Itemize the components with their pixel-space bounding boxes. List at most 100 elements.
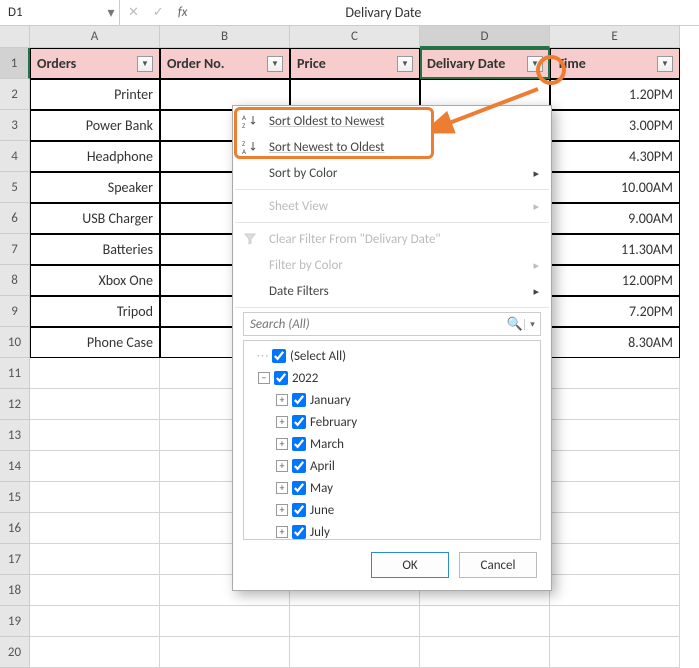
row-header-1[interactable]: 1 (0, 48, 30, 79)
checkbox[interactable] (292, 415, 306, 429)
tree-month[interactable]: +January (250, 389, 540, 411)
tree-year[interactable]: − 2022 (250, 367, 540, 389)
fx-icon[interactable]: fx (178, 5, 188, 20)
empty-cell[interactable] (30, 451, 160, 482)
filter-button-icon[interactable]: ▼ (397, 56, 413, 72)
table-cell[interactable]: Phone Case (30, 327, 160, 358)
filter-button-icon[interactable]: ▼ (657, 56, 673, 72)
row-header[interactable]: 3 (0, 110, 30, 141)
row-header[interactable]: 10 (0, 327, 30, 358)
table-cell[interactable]: 7.20PM (550, 296, 680, 327)
row-header[interactable]: 5 (0, 172, 30, 203)
table-cell[interactable]: 4.30PM (550, 141, 680, 172)
checkbox[interactable] (292, 437, 306, 451)
col-header-B[interactable]: B (160, 26, 290, 48)
table-cell[interactable]: 12.00PM (550, 265, 680, 296)
empty-cell[interactable] (160, 606, 290, 637)
expand-icon[interactable]: + (276, 394, 288, 406)
empty-cell[interactable] (290, 606, 420, 637)
empty-cell[interactable] (550, 420, 680, 451)
row-header[interactable]: 18 (0, 575, 30, 606)
tree-month[interactable]: +April (250, 455, 540, 477)
checkbox[interactable] (292, 525, 306, 539)
table-cell[interactable]: Batteries (30, 234, 160, 265)
empty-cell[interactable] (550, 451, 680, 482)
empty-cell[interactable] (420, 637, 550, 668)
expand-icon[interactable]: + (276, 460, 288, 472)
filter-button-icon[interactable]: ▼ (527, 56, 543, 72)
table-cell[interactable]: Headphone (30, 141, 160, 172)
select-all-corner[interactable] (0, 26, 30, 48)
row-header[interactable]: 13 (0, 420, 30, 451)
tree-month[interactable]: +May (250, 477, 540, 499)
checkbox[interactable] (292, 503, 306, 517)
row-header[interactable]: 7 (0, 234, 30, 265)
table-cell[interactable]: Xbox One (30, 265, 160, 296)
row-header[interactable]: 19 (0, 606, 30, 637)
expand-icon[interactable]: + (276, 438, 288, 450)
filter-button-icon[interactable]: ▼ (267, 56, 283, 72)
empty-cell[interactable] (30, 358, 160, 389)
checkbox[interactable] (274, 371, 288, 385)
table-cell[interactable]: 8.30AM (550, 327, 680, 358)
tree-month[interactable]: +June (250, 499, 540, 521)
filter-search-input[interactable] (244, 317, 506, 332)
sort-oldest-newest[interactable]: AZ Sort Oldest to Newest (233, 108, 551, 134)
formula-content[interactable]: Delivary Date (195, 4, 421, 21)
header-cell-delivery-date[interactable]: Delivary Date▼ (420, 48, 550, 79)
collapse-icon[interactable]: − (258, 372, 270, 384)
tree-month[interactable]: +July (250, 521, 540, 540)
row-header[interactable]: 9 (0, 296, 30, 327)
row-header[interactable]: 2 (0, 79, 30, 110)
col-header-E[interactable]: E (550, 26, 680, 48)
row-header[interactable]: 4 (0, 141, 30, 172)
row-header[interactable]: 11 (0, 358, 30, 389)
empty-cell[interactable] (30, 544, 160, 575)
table-cell[interactable]: Speaker (30, 172, 160, 203)
empty-cell[interactable] (30, 606, 160, 637)
empty-cell[interactable] (550, 637, 680, 668)
table-cell[interactable]: 11.30AM (550, 234, 680, 265)
filter-values-tree[interactable]: ⋯ (Select All) − 2022 +January +February… (243, 340, 541, 540)
filter-button-icon[interactable]: ▼ (137, 56, 153, 72)
empty-cell[interactable] (290, 637, 420, 668)
header-cell-orders[interactable]: Orders▼ (30, 48, 160, 79)
empty-cell[interactable] (550, 544, 680, 575)
empty-cell[interactable] (550, 513, 680, 544)
col-header-A[interactable]: A (30, 26, 160, 48)
expand-icon[interactable]: + (276, 504, 288, 516)
name-box[interactable]: D1 ▾ (0, 0, 120, 25)
ok-button[interactable]: OK (371, 552, 449, 578)
sort-by-color[interactable]: Sort by Color (233, 160, 551, 186)
table-cell[interactable]: 10.00AM (550, 172, 680, 203)
empty-cell[interactable] (30, 575, 160, 606)
empty-cell[interactable] (420, 606, 550, 637)
col-header-D[interactable]: D (420, 26, 550, 48)
search-icon[interactable]: 🔍 (506, 317, 524, 332)
tree-month[interactable]: +February (250, 411, 540, 433)
checkbox[interactable] (292, 393, 306, 407)
filter-search[interactable]: 🔍 ▾ (243, 312, 541, 336)
checkbox[interactable] (292, 481, 306, 495)
row-header[interactable]: 17 (0, 544, 30, 575)
row-header[interactable]: 14 (0, 451, 30, 482)
expand-icon[interactable]: + (276, 482, 288, 494)
table-cell[interactable]: Power Bank (30, 110, 160, 141)
empty-cell[interactable] (550, 482, 680, 513)
empty-cell[interactable] (550, 358, 680, 389)
empty-cell[interactable] (550, 575, 680, 606)
table-cell[interactable]: Printer (30, 79, 160, 110)
empty-cell[interactable] (30, 482, 160, 513)
empty-cell[interactable] (160, 637, 290, 668)
cancel-button[interactable]: Cancel (459, 552, 537, 578)
checkbox[interactable] (272, 349, 286, 363)
name-box-dropdown-icon[interactable]: ▾ (103, 4, 119, 21)
search-dropdown-icon[interactable]: ▾ (524, 319, 540, 330)
row-header[interactable]: 20 (0, 637, 30, 668)
table-cell[interactable]: 9.00AM (550, 203, 680, 234)
row-header[interactable]: 6 (0, 203, 30, 234)
empty-cell[interactable] (30, 637, 160, 668)
expand-icon[interactable]: + (276, 416, 288, 428)
header-cell-orderno[interactable]: Order No.▼ (160, 48, 290, 79)
empty-cell[interactable] (550, 389, 680, 420)
